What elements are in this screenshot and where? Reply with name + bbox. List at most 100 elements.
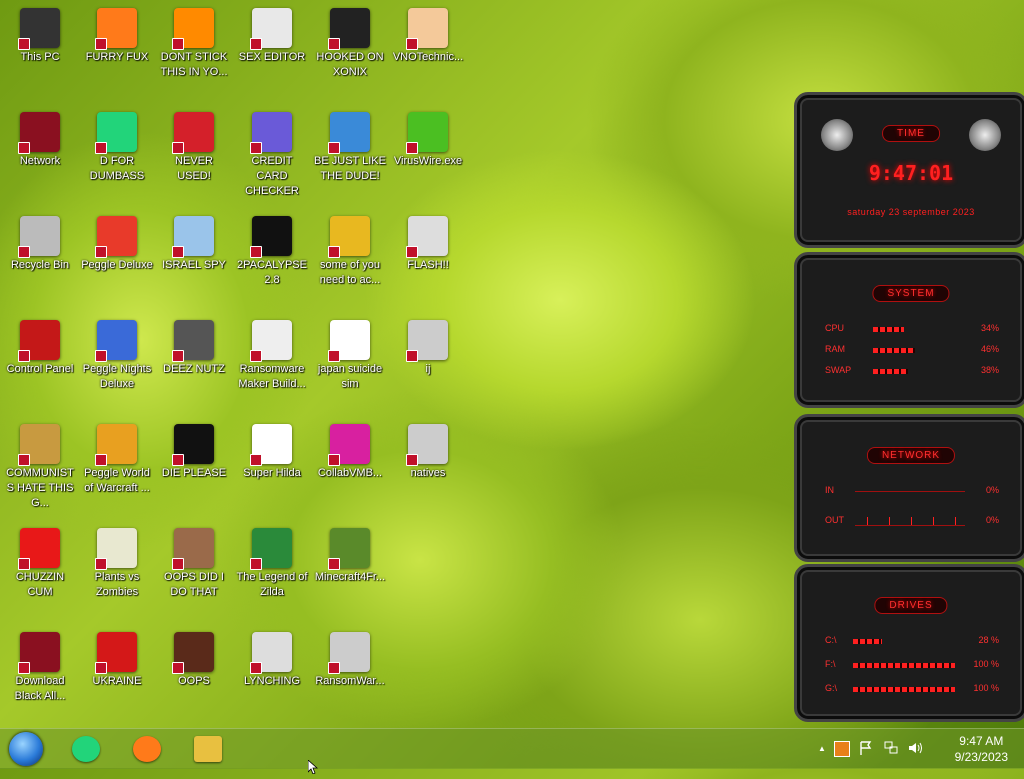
- desktop-icon[interactable]: Recycle Bin: [2, 212, 78, 273]
- de-icon: [172, 424, 214, 466]
- desktop-icon-label: CollabVMB...: [317, 467, 383, 479]
- taskbar-discord-like[interactable]: [64, 731, 108, 767]
- desktop-icon[interactable]: The Legend of Zilda: [234, 524, 310, 600]
- drives-widget: DRIVES C:\ 28 % F:\ 100 % G:\ 100 %: [794, 564, 1024, 722]
- show-hidden-icons-button[interactable]: ▲: [818, 744, 826, 753]
- drive-row-bar: [853, 639, 955, 644]
- desktop-icon[interactable]: Network: [2, 108, 78, 169]
- credit-card-icon: [250, 112, 292, 154]
- recycle-bin-icon: [18, 216, 60, 258]
- desktop-icon[interactable]: FURRY FUX: [79, 4, 155, 65]
- desktop-icon[interactable]: Super Hilda: [234, 420, 310, 481]
- folder-doc-icon: [406, 320, 448, 362]
- peggle-nights-icon: [95, 320, 137, 362]
- desktop-icon-label: Peggle World of Warcraft ...: [84, 467, 150, 494]
- drive-row: G:\ 100 %: [825, 683, 999, 697]
- time-widget-title: TIME: [882, 125, 940, 142]
- money-bag-icon: [18, 424, 60, 466]
- system-widget-title: SYSTEM: [872, 285, 950, 302]
- desktop-icon[interactable]: UKRAINE: [79, 628, 155, 689]
- desktop-icon[interactable]: COMMUNISTS HATE THIS G...: [2, 420, 78, 511]
- desktop-icon-label: Peggle Deluxe: [81, 259, 153, 271]
- radiation-icon: [95, 632, 137, 674]
- start-button[interactable]: [6, 731, 46, 767]
- desktop-icon[interactable]: Download Black All...: [2, 628, 78, 704]
- desktop-icon[interactable]: Plants vs Zombies: [79, 524, 155, 600]
- desktop-icon[interactable]: SEX EDITOR: [234, 4, 310, 65]
- drive-row-bar: [853, 663, 955, 668]
- desktop-icon[interactable]: Peggle Nights Deluxe: [79, 316, 155, 392]
- desktop-icon[interactable]: Minecraft4Fr...: [312, 524, 388, 585]
- dog-icon: [328, 216, 370, 258]
- desktop-icon[interactable]: some of you need to ac...: [312, 212, 388, 288]
- shortcut-badge-icon: [406, 38, 418, 50]
- drive-row-bar-fill: [853, 663, 955, 668]
- shortcut-badge-icon: [328, 246, 340, 258]
- system-row-bar-fill: [873, 327, 905, 332]
- desktop-icon[interactable]: CREDIT CARD CHECKER: [234, 108, 310, 199]
- shortcut-badge-icon: [406, 246, 418, 258]
- app-tray-icon[interactable]: [834, 741, 850, 757]
- network-in-value: 0%: [985, 485, 999, 495]
- taskbar-file-explorer[interactable]: [186, 731, 230, 767]
- desktop-icon[interactable]: natives: [390, 420, 466, 481]
- desktop-icon[interactable]: RansomWar...: [312, 628, 388, 689]
- clock-button[interactable]: 9:47 AM 9/23/2023: [955, 733, 1008, 765]
- network-out-value: 0%: [985, 515, 999, 525]
- peggle-wow-icon: [95, 424, 137, 466]
- drives-widget-title: DRIVES: [874, 597, 948, 614]
- taskbar-firefox[interactable]: [125, 731, 169, 767]
- desktop-icon[interactable]: Peggle Deluxe: [79, 212, 155, 273]
- desktop-icon[interactable]: Peggle World of Warcraft ...: [79, 420, 155, 496]
- desktop-icon[interactable]: CHUZZIN CUM: [2, 524, 78, 600]
- shortcut-badge-icon: [172, 350, 184, 362]
- shortcut-badge-icon: [18, 662, 30, 674]
- action-center-flag-icon[interactable]: [860, 741, 872, 755]
- desktop-icon[interactable]: FLASH!!: [390, 212, 466, 273]
- volume-icon[interactable]: [908, 741, 922, 755]
- folder-doc-icon: [406, 424, 448, 466]
- drive-row-bar-fill: [853, 687, 955, 692]
- desktop-icon[interactable]: 2PACALYPSE 2.8: [234, 212, 310, 288]
- desktop-icon[interactable]: VNOTechnic...: [390, 4, 466, 65]
- desktop-icon[interactable]: ISRAEL SPY: [156, 212, 232, 273]
- desktop-icon[interactable]: D FOR DUMBASS: [79, 108, 155, 184]
- desktop-icon[interactable]: Control Panel: [2, 316, 78, 377]
- shortcut-badge-icon: [172, 38, 184, 50]
- desktop-icon[interactable]: ij: [390, 316, 466, 377]
- desktop-icon-label: ISRAEL SPY: [162, 259, 226, 271]
- system-row-value: 38%: [980, 365, 999, 375]
- chuzzle-icon: [18, 528, 60, 570]
- alien-network-icon: [18, 112, 60, 154]
- shortcut-badge-icon: [95, 246, 107, 258]
- network-tray-icon[interactable]: [884, 741, 898, 755]
- desktop-icon[interactable]: VirusWire.exe: [390, 108, 466, 169]
- system-row-label: RAM: [825, 344, 845, 354]
- shortcut-badge-icon: [18, 558, 30, 570]
- desktop-icon[interactable]: OOPS: [156, 628, 232, 689]
- folder-icon: [194, 736, 222, 762]
- shortcut-badge-icon: [18, 142, 30, 154]
- desktop-icon[interactable]: This PC: [2, 4, 78, 65]
- desktop-icon-label: some of you need to ac...: [319, 259, 381, 286]
- desktop-icon-label: COMMUNISTS HATE THIS G...: [6, 467, 74, 509]
- firefox-icon: [133, 736, 161, 762]
- desktop-icon-label: Plants vs Zombies: [94, 571, 140, 598]
- desktop-icon[interactable]: OOPS DID I DO THAT: [156, 524, 232, 600]
- desktop-icon[interactable]: DIE PLEASE: [156, 420, 232, 481]
- shortcut-badge-icon: [172, 558, 184, 570]
- desktop-icon[interactable]: DONT STICK THIS IN YO...: [156, 4, 232, 80]
- desktop-icon[interactable]: Ransomware Maker Build...: [234, 316, 310, 392]
- system-row-ram: RAM 46%: [825, 344, 999, 358]
- shortcut-badge-icon: [95, 38, 107, 50]
- desktop-icon[interactable]: BE JUST LIKE THE DUDE!: [312, 108, 388, 184]
- desktop-icon[interactable]: DEEZ NUTZ: [156, 316, 232, 377]
- shortcut-badge-icon: [250, 662, 262, 674]
- desktop-icon[interactable]: HOOKED ON XONIX: [312, 4, 388, 80]
- desktop-icon[interactable]: NEVER USED!: [156, 108, 232, 184]
- desktop-icon-label: VNOTechnic...: [392, 51, 464, 63]
- desktop-icon[interactable]: LYNCHING: [234, 628, 310, 689]
- network-in-graph: [855, 491, 965, 492]
- desktop-icon[interactable]: japan suicide sim: [312, 316, 388, 392]
- desktop-icon[interactable]: CollabVMB...: [312, 420, 388, 481]
